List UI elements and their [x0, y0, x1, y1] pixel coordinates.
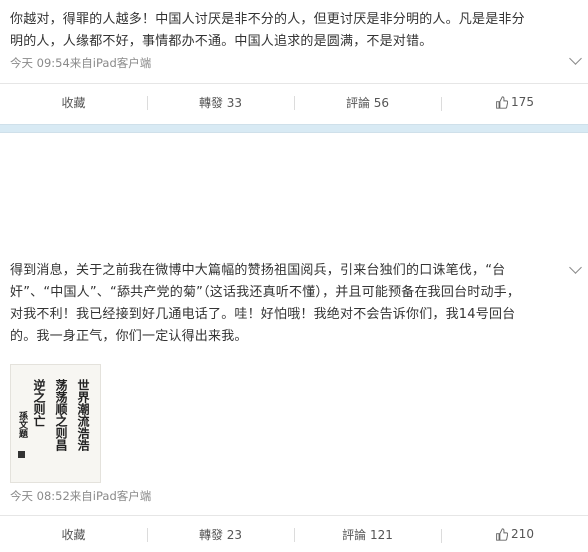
post-text-line: 得到消息，关于之前我在微博中大篇幅的赞扬祖国阅兵，引来台独们的口诛笔伐，“台 — [10, 263, 506, 278]
post-text-line: 对我不利！我已经接到好几通电话了。哇！好怕哦！我绝对不会告诉你们，我14号回台 — [10, 307, 516, 322]
like-count: 210 — [511, 527, 534, 541]
calligraphy-signature: 孫文題 — [17, 410, 29, 439]
favorite-button[interactable]: 收藏 — [0, 94, 147, 111]
chevron-down-icon[interactable] — [569, 52, 582, 65]
post-source[interactable]: 来自iPad客户端 — [70, 489, 151, 503]
post-time: 今天 09:54 — [10, 56, 70, 70]
like-button[interactable]: 210 — [441, 527, 588, 543]
calligraphy-line: 世界潮流浩浩 — [76, 378, 90, 452]
seal-stamp — [18, 451, 25, 458]
calligraphy-line: 荡荡顺之则昌 — [54, 378, 68, 452]
post-text: 得到消息，关于之前我在微博中大篇幅的赞扬祖国阅兵，引来台独们的口诛笔伐，“台 奸… — [10, 260, 580, 348]
repost-button[interactable]: 轉發 23 — [147, 526, 294, 543]
post-text-line: 你越对，得罪的人越多！中国人讨厌是非不分的人，但更讨厌是非分明的人。凡是是非分 — [10, 12, 525, 27]
comment-label: 評論 56 — [345, 95, 390, 110]
post-actions: 收藏 轉發 33 評論 56 175 — [0, 83, 588, 120]
post-text-line: 奸”、“中国人”、“舔共产党的菊”（这话我还真听不懂），并且可能预备在我回台时动… — [10, 285, 521, 300]
post-text-line: 明的人，人缘都不好，事情都办不通。中国人追求的是圆满，不是对错。 — [10, 34, 433, 49]
repost-label: 轉發 23 — [198, 527, 243, 542]
post-separator — [0, 124, 588, 133]
thumbs-up-icon — [496, 95, 509, 109]
favorite-label: 收藏 — [61, 95, 86, 110]
thumbs-up-icon — [496, 527, 509, 541]
favorite-button[interactable]: 收藏 — [0, 526, 147, 543]
comment-button[interactable]: 評論 121 — [294, 526, 441, 543]
post-1: 你越对，得罪的人越多！中国人讨厌是非不分的人，但更讨厌是非分明的人。凡是是非分 … — [0, 0, 588, 124]
calligraphy-artwork: 世界潮流浩浩 荡荡顺之则昌 逆之则亡 孫文題 — [17, 378, 90, 458]
calligraphy-line: 逆之则亡 — [32, 378, 46, 427]
post-actions: 收藏 轉發 23 評論 121 210 — [0, 515, 588, 552]
post-time: 今天 08:52 — [10, 489, 70, 503]
like-count: 175 — [511, 95, 534, 109]
post-meta: 今天 08:52来自iPad客户端 — [10, 488, 151, 504]
favorite-label: 收藏 — [61, 527, 86, 542]
post-text-line: 的。我一身正气，你们一定认得出来我。 — [10, 329, 248, 344]
comment-button[interactable]: 評論 56 — [294, 94, 441, 111]
post-source[interactable]: 来自iPad客户端 — [70, 56, 151, 70]
post-meta: 今天 09:54来自iPad客户端 — [10, 55, 151, 71]
post-text: 你越对，得罪的人越多！中国人讨厌是非不分的人，但更讨厌是非分明的人。凡是是非分 … — [10, 9, 580, 53]
comment-label: 評論 121 — [342, 527, 393, 542]
like-button[interactable]: 175 — [441, 95, 588, 111]
repost-button[interactable]: 轉發 33 — [147, 94, 294, 111]
repost-label: 轉發 33 — [198, 95, 243, 110]
post-image-calligraphy[interactable]: 世界潮流浩浩 荡荡顺之则昌 逆之则亡 孫文題 — [10, 364, 101, 483]
